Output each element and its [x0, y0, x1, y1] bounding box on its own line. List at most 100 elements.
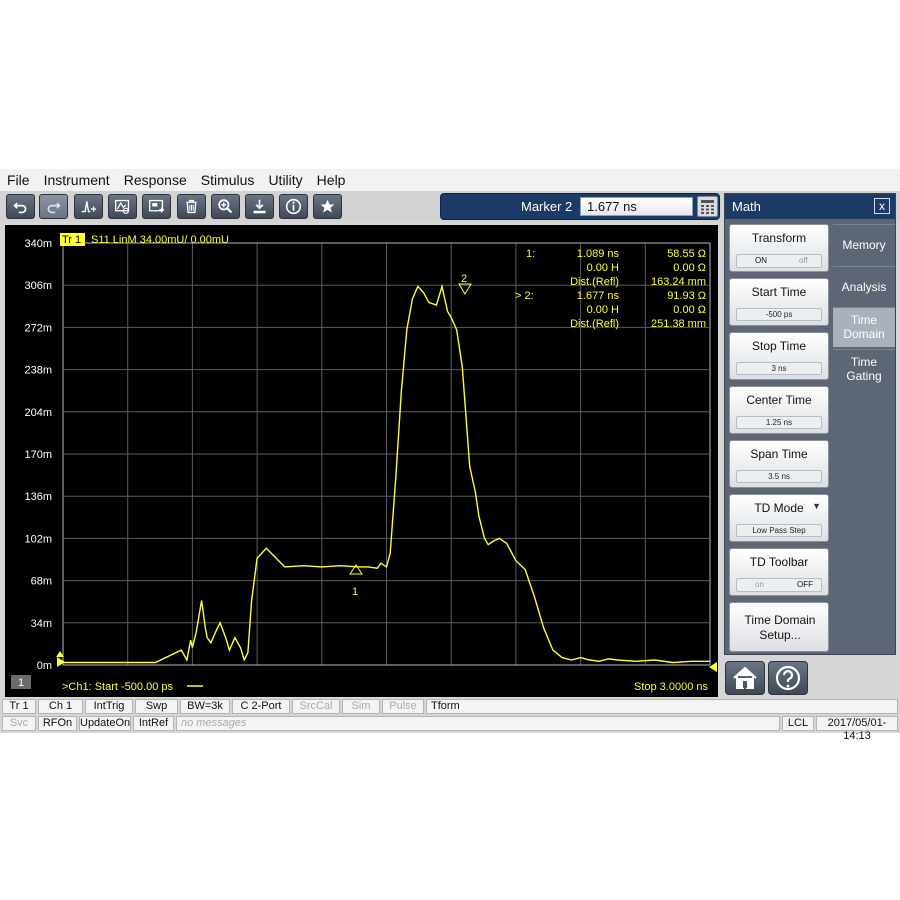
menu-bar: File Instrument Response Stimulus Utilit… — [0, 169, 900, 191]
y-tick-label: 68m — [31, 576, 52, 588]
status-ref[interactable]: IntRef — [133, 716, 174, 731]
td-toolbar-toggle[interactable]: on OFF — [736, 578, 822, 592]
m2-tag: > 2: — [515, 290, 534, 302]
m2-dist-label: Dist.(Refl) — [570, 318, 619, 330]
channel-number: 1 — [18, 677, 24, 689]
status-channel[interactable]: Ch 1 — [38, 699, 83, 714]
menu-utility[interactable]: Utility — [261, 172, 309, 188]
trace-chart: 340m 306m 272m 238m 204m 170m 136m 102m 68m 34m 0m… — [11, 233, 717, 693]
screenshot-button[interactable] — [142, 194, 171, 219]
keypad-button[interactable] — [697, 196, 718, 217]
time-domain-setup-softkey[interactable]: Time Domain Setup... — [729, 602, 829, 652]
center-time-softkey[interactable]: Center Time 1.25 ns — [729, 386, 829, 434]
trace-tag[interactable]: Tr 1 — [62, 234, 81, 246]
tab-time-domain[interactable]: Time Domain — [833, 307, 895, 347]
marker-value-field[interactable]: 1.677 ns — [580, 197, 693, 216]
status-tform[interactable]: Tform — [426, 699, 898, 714]
save-icon — [253, 199, 266, 214]
softkey-label: TD Toolbar — [749, 555, 809, 569]
status-trace[interactable]: Tr 1 — [2, 699, 36, 714]
softkey-label: Span Time — [750, 447, 808, 461]
menu-instrument[interactable]: Instrument — [37, 172, 117, 188]
marker-label: Marker 2 — [521, 199, 573, 214]
menu-stimulus[interactable]: Stimulus — [194, 172, 262, 188]
status-bar-bottom: Svc RFOn UpdateOn IntRef no messages LCL… — [0, 715, 900, 742]
menu-file[interactable]: File — [0, 172, 37, 188]
y-tick-label: 34m — [31, 618, 52, 630]
delete-icon — [186, 199, 197, 214]
close-icon[interactable]: x — [874, 198, 890, 214]
panel-header: Math x — [725, 194, 895, 219]
status-sim[interactable]: Sim — [342, 699, 380, 714]
delete-button[interactable] — [177, 194, 206, 219]
status-lcl[interactable]: LCL — [782, 716, 814, 731]
menu-response[interactable]: Response — [117, 172, 194, 188]
status-bar-top: Tr 1 Ch 1 IntTrig Swp BW=3k C 2-Port Src… — [0, 698, 900, 715]
status-cal[interactable]: C 2-Port — [232, 699, 290, 714]
y-tick-label: 272m — [24, 322, 52, 334]
y-tick-label: 238m — [24, 365, 52, 377]
m1-h: 0.00 H — [587, 262, 619, 274]
status-rf[interactable]: RFOn — [38, 716, 77, 731]
marker-add-button[interactable] — [74, 194, 103, 219]
zoom-button[interactable] — [211, 194, 240, 219]
transform-softkey[interactable]: Transform ON off — [729, 224, 829, 272]
undo-button[interactable] — [6, 194, 35, 219]
y-tick-label: 340m — [24, 238, 52, 250]
y-tick-label: 102m — [24, 533, 52, 545]
m1-tag: 1: — [526, 248, 535, 260]
span-time-value: 3.5 ns — [736, 470, 822, 483]
m2-h: 0.00 H — [587, 304, 619, 316]
softkey-label: Start Time — [751, 285, 807, 299]
toggle-on: on — [755, 580, 764, 589]
status-bandwidth[interactable]: BW=3k — [180, 699, 230, 714]
stop-time-softkey[interactable]: Stop Time 3 ns — [729, 332, 829, 380]
status-svc[interactable]: Svc — [2, 716, 36, 731]
td-mode-softkey[interactable]: TD Mode ▼ Low Pass Step — [729, 494, 829, 542]
marker-add-icon — [81, 201, 97, 213]
marker-readout: 1: 1.089 ns 58.55 Ω 0.00 H 0.00 Ω Dist.(… — [515, 248, 706, 330]
m2-value: 91.93 Ω — [667, 290, 706, 302]
zoom-icon — [218, 199, 233, 214]
trace-plot[interactable]: 340m 306m 272m 238m 204m 170m 136m 102m 68m 34m 0m… — [5, 225, 718, 697]
m2-h-value: 0.00 Ω — [673, 304, 706, 316]
status-srccal[interactable]: SrcCal — [292, 699, 340, 714]
undo-icon — [13, 202, 27, 214]
help-button[interactable] — [768, 661, 808, 695]
status-trigger[interactable]: IntTrig — [85, 699, 133, 714]
start-time-softkey[interactable]: Start Time -500 ps — [729, 278, 829, 326]
m1-dist-label: Dist.(Refl) — [570, 276, 619, 288]
marker-entry-bar: Marker 2 1.677 ns — [440, 193, 720, 220]
softkey-label: Stop Time — [751, 339, 807, 353]
info-button[interactable] — [279, 194, 308, 219]
save-button[interactable] — [245, 194, 274, 219]
m1-h-value: 0.00 Ω — [673, 262, 706, 274]
keypad-icon — [701, 200, 714, 214]
td-mode-value: Low Pass Step — [736, 524, 822, 537]
status-update[interactable]: UpdateOn — [79, 716, 131, 731]
start-time-value: -500 ps — [736, 308, 822, 321]
trace-header: S11 LinM 34.00mU/ 0.00mU — [91, 234, 229, 246]
sweep-stop: Stop 3.0000 ns — [634, 681, 709, 693]
y-tick-labels: 340m 306m 272m 238m 204m 170m 136m 102m 68m 34m 0m — [24, 238, 52, 672]
status-sweep[interactable]: Swp — [135, 699, 178, 714]
redo-button[interactable] — [39, 194, 68, 219]
span-time-softkey[interactable]: Span Time 3.5 ns — [729, 440, 829, 488]
tab-analysis[interactable]: Analysis — [833, 266, 895, 306]
home-button[interactable] — [725, 661, 765, 695]
star-icon — [320, 199, 335, 213]
marker-search-button[interactable] — [108, 194, 137, 219]
menu-help[interactable]: Help — [310, 172, 353, 188]
transform-toggle[interactable]: ON off — [736, 254, 822, 268]
status-pulse[interactable]: Pulse — [382, 699, 424, 714]
analyzer-window: File Instrument Response Stimulus Utilit… — [0, 169, 900, 742]
stop-time-value: 3 ns — [736, 362, 822, 375]
tab-memory[interactable]: Memory — [833, 224, 895, 264]
tab-time-gating[interactable]: Time Gating — [833, 349, 895, 389]
td-toolbar-softkey[interactable]: TD Toolbar on OFF — [729, 548, 829, 596]
favorite-button[interactable] — [313, 194, 342, 219]
m1-time: 1.089 ns — [577, 248, 620, 260]
softkey-label: Center Time — [746, 393, 812, 407]
toggle-off: OFF — [797, 580, 813, 589]
center-time-value: 1.25 ns — [736, 416, 822, 429]
